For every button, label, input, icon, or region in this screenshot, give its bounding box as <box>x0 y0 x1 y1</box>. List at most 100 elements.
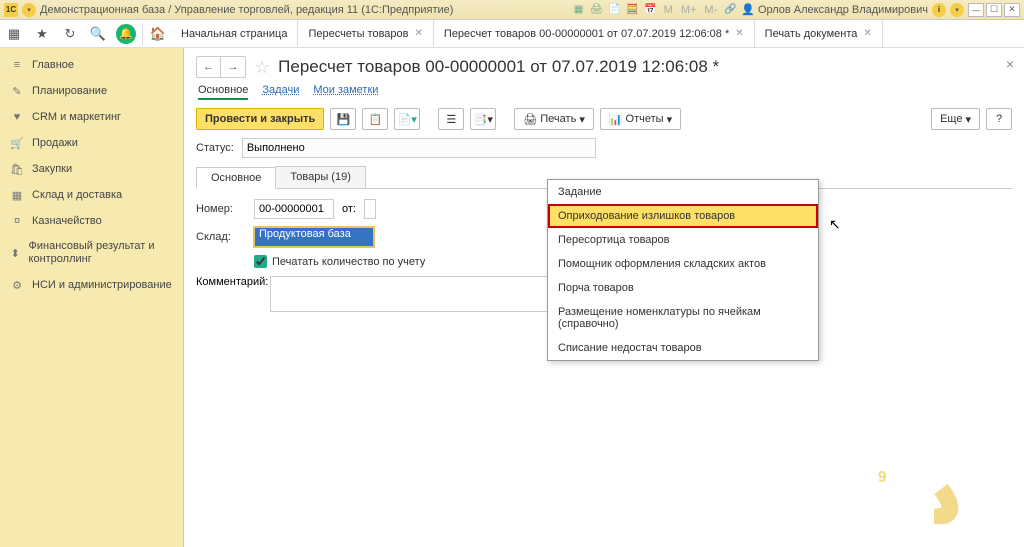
app-dropdown-icon[interactable]: ▾ <box>22 3 36 17</box>
tab-recount-doc[interactable]: Пересчет товаров 00-00000001 от 07.07.20… <box>434 20 755 47</box>
nav-buttons: ← → <box>196 56 246 78</box>
m-label[interactable]: M <box>664 4 673 16</box>
sidebar-item-main[interactable]: ≡Главное <box>0 52 183 78</box>
content-area: 9 × ← → ☆ Пересчет товаров 00-00000001 о… <box>184 48 1024 547</box>
maximize-button[interactable]: ☐ <box>986 3 1002 17</box>
from-label: от: <box>342 203 356 215</box>
date-input[interactable] <box>364 199 376 219</box>
reports-button[interactable]: 📊 Отчеты ▾ <box>600 108 681 130</box>
toolbar-icon[interactable]: 📅 <box>644 3 658 17</box>
main-toolbar: ▦ ★ ↻ 🔍 🔔 🏠 Начальная страница Пересчеты… <box>0 20 1024 48</box>
subtab-notes[interactable]: Мои заметки <box>313 84 378 100</box>
user-block[interactable]: 👤 Орлов Александр Владимирович <box>741 3 928 16</box>
subtabs: Основное Задачи Мои заметки <box>196 84 1012 100</box>
history-icon[interactable]: ↻ <box>56 23 84 45</box>
user-name: Орлов Александр Владимирович <box>758 4 928 16</box>
sidebar-item-planning[interactable]: ✎Планирование <box>0 78 183 104</box>
post-and-close-button[interactable]: Провести и закрыть <box>196 108 324 130</box>
sidebar-item-treasury[interactable]: ¤Казначейство <box>0 208 183 234</box>
create-based-dropdown: Задание Оприходование излишков товаров П… <box>547 179 819 361</box>
chart-icon: ⬍ <box>10 246 21 260</box>
forward-button[interactable]: → <box>221 57 245 77</box>
menu-item-wizard[interactable]: Помощник оформления складских актов <box>548 252 818 276</box>
sidebar-item-warehouse[interactable]: ▦Склад и доставка <box>0 182 183 208</box>
number-label: Номер: <box>196 203 246 215</box>
app-icon: 1C <box>4 3 18 17</box>
page-title: Пересчет товаров 00-00000001 от 07.07.20… <box>278 57 719 77</box>
menu-item-placement[interactable]: Размещение номенклатуры по ячейкам (спра… <box>548 300 818 336</box>
user-icon: 👤 <box>741 3 755 16</box>
tab-home[interactable]: Начальная страница <box>171 20 298 47</box>
link-icon[interactable]: 🔗 <box>723 3 737 17</box>
titlebar: 1C ▾ Демонстрационная база / Управление … <box>0 0 1024 20</box>
help-button[interactable]: ? <box>986 108 1012 130</box>
sidebar: ≡Главное ✎Планирование ♥CRM и маркетинг … <box>0 48 184 547</box>
cart-icon: 🛒 <box>10 136 24 150</box>
apps-icon[interactable]: ▦ <box>0 23 28 45</box>
warehouse-input[interactable]: Продуктовая база <box>254 227 374 247</box>
sidebar-item-sales[interactable]: 🛒Продажи <box>0 130 183 156</box>
menu-item-damage[interactable]: Порча товаров <box>548 276 818 300</box>
checkbox-input[interactable] <box>254 255 267 268</box>
favorite-icon[interactable]: ★ <box>28 23 56 45</box>
status-label: Статус: <box>196 142 234 154</box>
tab-recounts[interactable]: Пересчеты товаров✕ <box>298 20 433 47</box>
home-icon[interactable]: 🏠 <box>145 26 171 42</box>
number-input[interactable] <box>254 199 334 219</box>
close-window-button[interactable]: ✕ <box>1004 3 1020 17</box>
close-page-button[interactable]: × <box>1006 56 1014 72</box>
close-icon[interactable]: ✕ <box>863 28 871 39</box>
tab-print-doc[interactable]: Печать документа✕ <box>755 20 883 47</box>
menu-item-regrade[interactable]: Пересортица товаров <box>548 228 818 252</box>
create-based-button[interactable]: 📄▾ <box>394 108 420 130</box>
boxes-icon: ▦ <box>10 188 24 202</box>
m-minus-label[interactable]: M- <box>704 4 717 16</box>
money-icon: ¤ <box>10 214 24 228</box>
more-button[interactable]: Еще ▾ <box>931 108 980 130</box>
formtab-main[interactable]: Основное <box>196 167 276 189</box>
subtab-main[interactable]: Основное <box>198 84 248 100</box>
menu-item-task[interactable]: Задание <box>548 180 818 204</box>
m-plus-label[interactable]: M+ <box>681 4 697 16</box>
cursor-icon: ↖ <box>829 216 841 233</box>
search-icon[interactable]: 🔍 <box>84 23 112 45</box>
sidebar-item-nsi[interactable]: ⚙НСИ и администрирование <box>0 272 183 298</box>
menu-icon: ≡ <box>10 58 24 72</box>
toolbar-icon[interactable]: 🖨 <box>590 3 604 17</box>
menu-item-surplus[interactable]: Оприходование излишков товаров <box>548 204 818 228</box>
menu-item-writeoff[interactable]: Списание недостач товаров <box>548 336 818 360</box>
notifications-icon[interactable]: 🔔 <box>112 23 140 45</box>
pencil-icon: ✎ <box>10 84 24 98</box>
bag-icon: 🛍 <box>10 162 24 176</box>
sidebar-item-purchases[interactable]: 🛍Закупки <box>0 156 183 182</box>
warehouse-label: Склад: <box>196 231 246 243</box>
list-button[interactable]: ☰ <box>438 108 464 130</box>
gear-icon: ⚙ <box>10 278 24 292</box>
save-button[interactable]: 💾 <box>330 108 356 130</box>
minimize-button[interactable]: — <box>968 3 984 17</box>
info-icon[interactable]: i <box>932 3 946 17</box>
toolbar-icon[interactable]: 🧮 <box>626 3 640 17</box>
subtab-tasks[interactable]: Задачи <box>262 84 299 100</box>
watermark: 9 <box>864 384 1004 527</box>
close-icon[interactable]: ✕ <box>415 28 423 39</box>
formtab-goods[interactable]: Товары (19) <box>275 166 365 188</box>
sidebar-item-crm[interactable]: ♥CRM и маркетинг <box>0 104 183 130</box>
comment-label: Комментарий: <box>196 276 262 288</box>
toolbar-icon[interactable]: ▦ <box>572 3 586 17</box>
status-input[interactable] <box>242 138 596 158</box>
svg-text:9: 9 <box>878 469 887 486</box>
copy-button[interactable]: 📑▾ <box>470 108 496 130</box>
toolbar-icon[interactable]: 📄 <box>608 3 622 17</box>
close-icon[interactable]: ✕ <box>735 28 743 39</box>
heart-icon: ♥ <box>10 110 24 124</box>
window-title: Демонстрационная база / Управление торго… <box>40 4 453 16</box>
sidebar-item-finance[interactable]: ⬍Финансовый результат и контроллинг <box>0 234 183 272</box>
back-button[interactable]: ← <box>197 57 221 77</box>
print-qty-checkbox[interactable]: Печатать количество по учету <box>254 255 425 268</box>
post-button[interactable]: 📋 <box>362 108 388 130</box>
favorite-star-icon[interactable]: ☆ <box>254 57 270 78</box>
info-dropdown-icon[interactable]: ▾ <box>950 3 964 17</box>
command-bar: Провести и закрыть 💾 📋 📄▾ ☰ 📑▾ 🖨 Печать … <box>196 108 1012 130</box>
print-button[interactable]: 🖨 Печать ▾ <box>514 108 594 130</box>
